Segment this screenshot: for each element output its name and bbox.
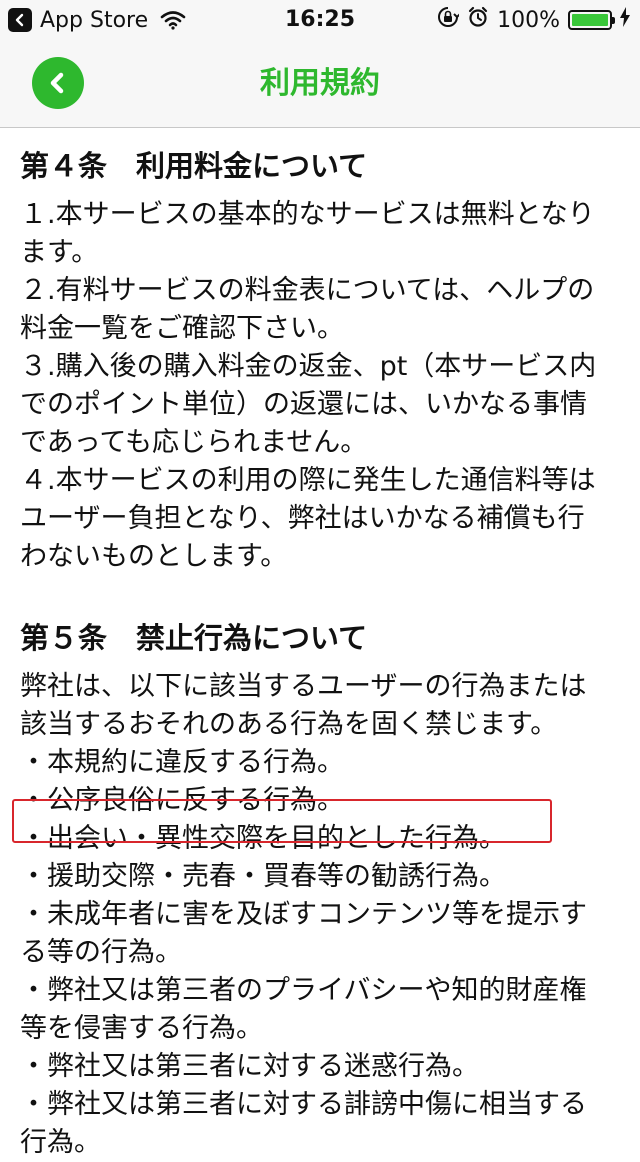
back-chevron-icon[interactable] bbox=[8, 8, 32, 32]
text-line: ・援助交際・売春・買春等の勧誘行為。 bbox=[20, 861, 506, 892]
text-line: る等の行為。 bbox=[20, 937, 182, 968]
back-button[interactable] bbox=[32, 57, 84, 109]
section-title-article-4: 第４条 利用料金について bbox=[20, 149, 368, 183]
status-right: 100% bbox=[437, 0, 630, 40]
text-line: ます。 bbox=[20, 237, 99, 268]
text-line: 料金一覧をご確認下さい。 bbox=[20, 313, 344, 344]
chevron-left-icon bbox=[50, 72, 64, 94]
text-line: ・弊社又は第三者のプライバシーや知的財産権 bbox=[20, 975, 587, 1006]
text-line: 該当するおそれのある行為を固く禁じます。 bbox=[20, 709, 558, 740]
text-line: ３.購入後の購入料金の返金、pt（本サービス内 bbox=[20, 351, 597, 382]
text-line: ・未成年者に害を及ぼすコンテンツ等を提示す bbox=[20, 899, 587, 930]
text-line: ユーザー負担となり、弊社はいかなる補償も行 bbox=[20, 503, 585, 534]
battery-level bbox=[572, 14, 608, 26]
text-line: 等を侵害する行為。 bbox=[20, 1013, 263, 1044]
page-title: 利用規約 bbox=[260, 66, 380, 101]
text-line: であっても応じられません。 bbox=[20, 427, 368, 458]
navigation-bar: 利用規約 bbox=[0, 40, 640, 128]
text-line: 行為。 bbox=[20, 1127, 101, 1158]
battery-icon bbox=[568, 10, 615, 30]
alarm-icon bbox=[467, 6, 489, 34]
text-line: ２.有料サービスの料金表については、ヘルプの bbox=[20, 275, 595, 306]
status-bar: App Store 16:25 100% bbox=[0, 0, 640, 40]
status-left[interactable]: App Store bbox=[8, 0, 186, 40]
highlight-annotation-box bbox=[12, 799, 552, 843]
battery-cap bbox=[612, 17, 615, 24]
text-line: １.本サービスの基本的なサービスは無料となり bbox=[20, 199, 595, 230]
back-app-label[interactable]: App Store bbox=[40, 8, 148, 33]
text-line: ４.本サービスの利用の際に発生した通信料等は bbox=[20, 465, 596, 496]
text-line: わないものとします。 bbox=[20, 541, 288, 572]
rotation-lock-icon bbox=[437, 6, 461, 34]
section-title-article-5: 第５条 禁止行為について bbox=[20, 621, 368, 655]
text-line: ・本規約に違反する行為。 bbox=[20, 747, 344, 778]
terms-content[interactable]: 第４条 利用料金について １.本サービスの基本的なサービスは無料となり ます。 … bbox=[20, 128, 620, 1162]
battery-percent: 100% bbox=[497, 7, 560, 33]
text-line: ・弊社又は第三者に対する迷惑行為。 bbox=[20, 1051, 479, 1082]
section-body-article-4: １.本サービスの基本的なサービスは無料となり ます。 ２.有料サービスの料金表に… bbox=[20, 196, 620, 576]
text-line: ・弊社又は第三者に対する誹謗中傷に相当する bbox=[20, 1089, 587, 1120]
text-line: でのポイント単位）の返還には、いかなる事情 bbox=[20, 389, 587, 420]
text-line: 弊社は、以下に該当するユーザーの行為または bbox=[20, 671, 587, 702]
wifi-icon bbox=[160, 10, 186, 30]
section-body-article-5: 弊社は、以下に該当するユーザーの行為または 該当するおそれのある行為を固く禁じま… bbox=[20, 668, 620, 1162]
charging-bolt-icon bbox=[620, 7, 630, 33]
